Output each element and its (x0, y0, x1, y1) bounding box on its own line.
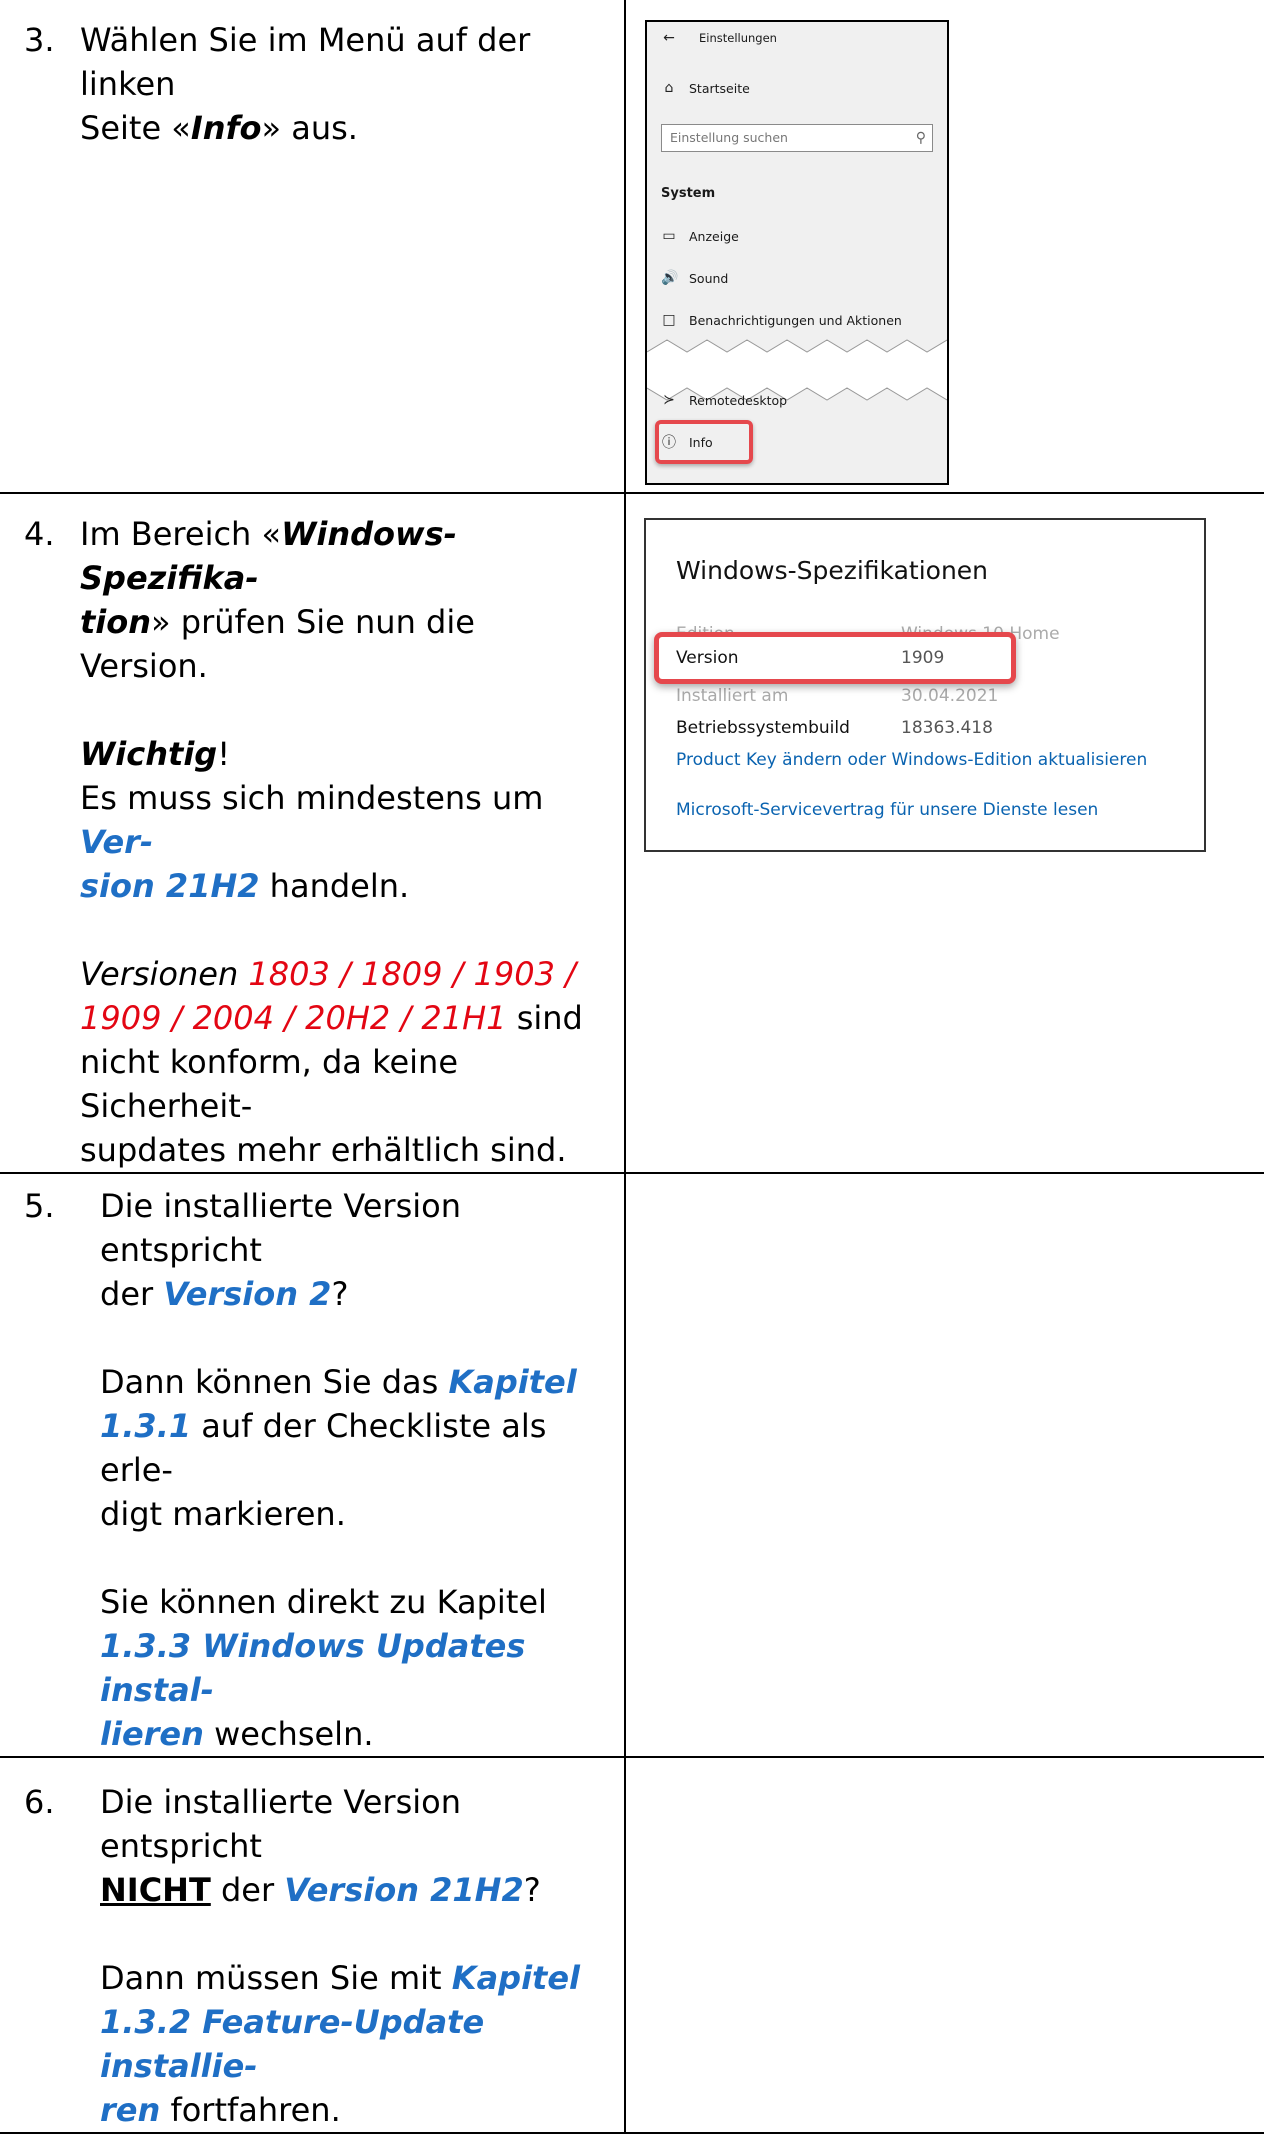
spec-label: Betriebssystembuild (676, 718, 850, 738)
windows-specs-screenshot: Windows-Spezifikationen Edition Windows … (644, 518, 1206, 852)
step-row-5: 5. Die installierte Version entspricht d… (0, 1172, 1264, 1758)
display-icon: ▭ (662, 228, 676, 244)
info-highlight-box (655, 420, 753, 464)
remote-desktop-icon: ≻ (663, 392, 675, 408)
step-row-3: 3. Wählen Sie im Menü auf der linken Sei… (0, 0, 1264, 494)
settings-window-screenshot: ← Einstellungen ⌂ Startseite Einstellung… (645, 20, 949, 485)
step-6-line: NICHT der Version 21H2? (100, 1871, 541, 1909)
step-4-image-cell: Windows-Spezifikationen Edition Windows … (624, 492, 1264, 1174)
step-6-line: ren fortfahren. (100, 2091, 341, 2129)
step-row-6: 6. Die installierte Version entspricht N… (0, 1756, 1264, 2134)
step-5-line: Sie können direkt zu Kapitel (100, 1583, 547, 1621)
home-icon: ⌂ (664, 80, 674, 96)
step-6-line: Dann müssen Sie mit Kapitel (100, 1959, 580, 1997)
search-icon: ⚲ (915, 130, 926, 146)
step-4-line: Im Bereich «Windows-Spezifika- (80, 515, 457, 597)
step-4-line: tion» prüfen Sie nun die Version. (80, 603, 475, 685)
step-6-image-cell (624, 1756, 1264, 2134)
step-number: 4. (24, 515, 55, 553)
step-number: 6. (24, 1783, 55, 1821)
spec-label: Installiert am (676, 686, 789, 706)
step-5-text-cell: 5. Die installierte Version entspricht d… (0, 1172, 626, 1758)
product-key-link[interactable]: Product Key ändern oder Windows-Edition … (676, 750, 1147, 770)
step-5-line: 1.3.3 Windows Updates instal- (100, 1627, 526, 1709)
notification-icon: □ (662, 312, 676, 328)
settings-title-bar: ← Einstellungen (661, 30, 777, 46)
step-4-text-cell: 4. Im Bereich «Windows-Spezifika- tion» … (0, 492, 626, 1174)
spec-value: 18363.418 (901, 718, 993, 738)
step-6-line: 1.3.2 Feature-Update installie- (100, 2003, 485, 2085)
nav-item-remotedesktop: ≻ Remotedesktop (661, 392, 787, 408)
step-4-line: Versionen 1803 / 1809 / 1903 / (80, 955, 576, 993)
nav-item-anzeige: ▭ Anzeige (662, 228, 739, 244)
step-3-line: Seite «Info» aus. (80, 109, 358, 147)
document-page: 3. Wählen Sie im Menü auf der linken Sei… (0, 0, 1264, 2134)
nav-item-sound: 🔊 Sound (661, 270, 729, 286)
step-5-line: Dann können Sie das Kapitel (100, 1363, 577, 1401)
step-3-text-cell: 3. Wählen Sie im Menü auf der linken Sei… (0, 0, 626, 494)
important-line: Wichtig! (80, 735, 231, 773)
step-5-line: digt markieren. (100, 1495, 346, 1533)
service-agreement-link[interactable]: Microsoft-Servicevertrag für unsere Dien… (676, 800, 1098, 820)
step-5-line: 1.3.1 auf der Checkliste als erle- (100, 1407, 547, 1489)
spec-label-version: Version (676, 648, 739, 668)
nav-item-home: ⌂ Startseite (661, 80, 750, 96)
back-arrow-icon: ← (663, 30, 675, 46)
section-heading-system: System (661, 186, 716, 201)
step-5-line: Die installierte Version entspricht (100, 1187, 461, 1269)
license-terms-link[interactable]: Microsoft-Software-Lizenzbedingungen les… (676, 850, 1056, 852)
step-row-4: 4. Im Bereich «Windows-Spezifika- tion» … (0, 492, 1264, 1174)
step-5-image-cell (624, 1172, 1264, 1758)
step-6-line: Die installierte Version entspricht (100, 1783, 461, 1865)
settings-search-input: Einstellung suchen ⚲ (661, 124, 933, 152)
step-4-line: Es muss sich mindestens um Ver- (80, 779, 544, 861)
settings-title: Einstellungen (699, 31, 777, 45)
step-5-line: der Version 2? (100, 1275, 349, 1313)
spec-value: 30.04.2021 (901, 686, 999, 706)
specs-title: Windows-Spezifikationen (676, 556, 989, 585)
step-number: 5. (24, 1187, 55, 1225)
step-4-line: supdates mehr erhältlich sind. (80, 1131, 567, 1169)
step-6-text-cell: 6. Die installierte Version entspricht N… (0, 1756, 626, 2134)
step-4-line: 1909 / 2004 / 20H2 / 21H1 sind (80, 999, 583, 1037)
step-3-image-cell: ← Einstellungen ⌂ Startseite Einstellung… (624, 0, 1264, 494)
step-5-line: lieren wechseln. (100, 1715, 374, 1753)
step-3-line: Wählen Sie im Menü auf der linken (80, 21, 531, 103)
step-number: 3. (24, 21, 55, 59)
nav-item-benachrichtigungen: □ Benachrichtigungen und Aktionen (662, 312, 902, 328)
steps-table: 3. Wählen Sie im Menü auf der linken Sei… (0, 0, 1264, 2134)
info-emphasis: Info (190, 109, 262, 147)
step-4-line: nicht konform, da keine Sicherheit- (80, 1043, 458, 1125)
sound-icon: 🔊 (661, 270, 679, 286)
step-4-line: sion 21H2 handeln. (80, 867, 410, 905)
spec-value-version: 1909 (901, 648, 945, 668)
